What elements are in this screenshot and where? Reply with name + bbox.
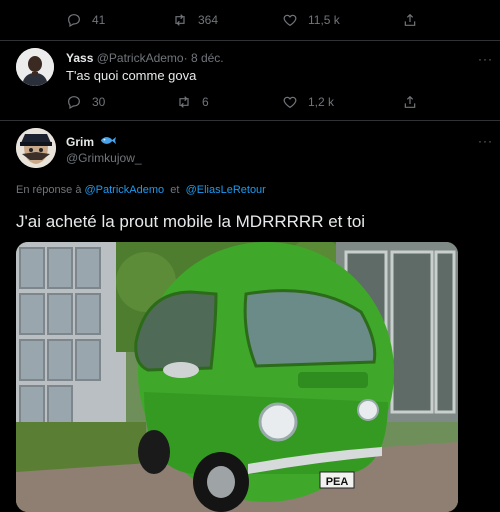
retweet-count: 6: [202, 95, 209, 109]
grim-more-icon[interactable]: ···: [478, 134, 493, 148]
grim-header: Grim: [66, 133, 117, 151]
grim-tweet-text: J'ai acheté la prout mobile la MDRRRRR e…: [16, 212, 366, 231]
reply-count: 30: [92, 95, 106, 109]
share-icon: [402, 94, 418, 110]
divider-1: [0, 40, 500, 41]
in-reply-to: En réponse à @PatrickAdemo et @EliasLeRe…: [16, 184, 266, 196]
yass-date[interactable]: 8 déc.: [191, 51, 224, 65]
retweet-icon: [176, 94, 192, 110]
mention-eliasleretour[interactable]: @EliasLeRetour: [186, 184, 266, 196]
reply-count: 41: [92, 13, 106, 27]
like-button[interactable]: 11,5 k: [282, 12, 340, 28]
yass-separator: ·: [183, 51, 188, 65]
like-button[interactable]: 1,2 k: [282, 94, 334, 110]
in-reply-prefix: En réponse à: [16, 184, 82, 196]
license-plate-text: PEA: [326, 476, 349, 488]
heart-icon: [282, 94, 298, 110]
mention-joiner: et: [170, 184, 180, 196]
car-photo: PEA: [16, 242, 458, 512]
like-count: 11,5 k: [308, 13, 340, 27]
heart-icon: [282, 12, 298, 28]
share-button[interactable]: [402, 12, 418, 28]
grim-handle[interactable]: @Grimkujow_: [66, 151, 142, 165]
yass-handle[interactable]: @PatrickAdemo: [97, 51, 184, 65]
mention-patrickademo[interactable]: @PatrickAdemo: [85, 184, 165, 196]
top-tweet-actions: 41 364 11,5 k: [0, 12, 500, 34]
yass-name[interactable]: Yass: [66, 51, 93, 65]
retweet-button[interactable]: 6: [176, 94, 209, 110]
share-button[interactable]: [402, 94, 418, 110]
yass-header: Yass @PatrickAdemo· 8 déc.: [66, 51, 224, 65]
retweet-button[interactable]: 364: [172, 12, 218, 28]
tweet-media-image[interactable]: PEA: [16, 242, 458, 512]
reply-button[interactable]: 41: [66, 12, 105, 28]
yass-actions: 30 6 1,2 k: [0, 94, 500, 116]
fish-emoji-icon: [100, 133, 117, 151]
avatar-grim[interactable]: [16, 128, 56, 168]
divider-2: [0, 120, 500, 121]
reply-icon: [66, 12, 82, 28]
avatar-yass[interactable]: [16, 48, 54, 86]
reply-icon: [66, 94, 82, 110]
yass-more-icon[interactable]: ···: [478, 52, 493, 66]
like-count: 1,2 k: [308, 95, 335, 109]
yass-tweet-text: T'as quoi comme gova: [66, 68, 197, 83]
share-icon: [402, 12, 418, 28]
reply-button[interactable]: 30: [66, 94, 105, 110]
retweet-icon: [172, 12, 188, 28]
grim-name[interactable]: Grim: [66, 135, 94, 149]
retweet-count: 364: [198, 13, 219, 27]
